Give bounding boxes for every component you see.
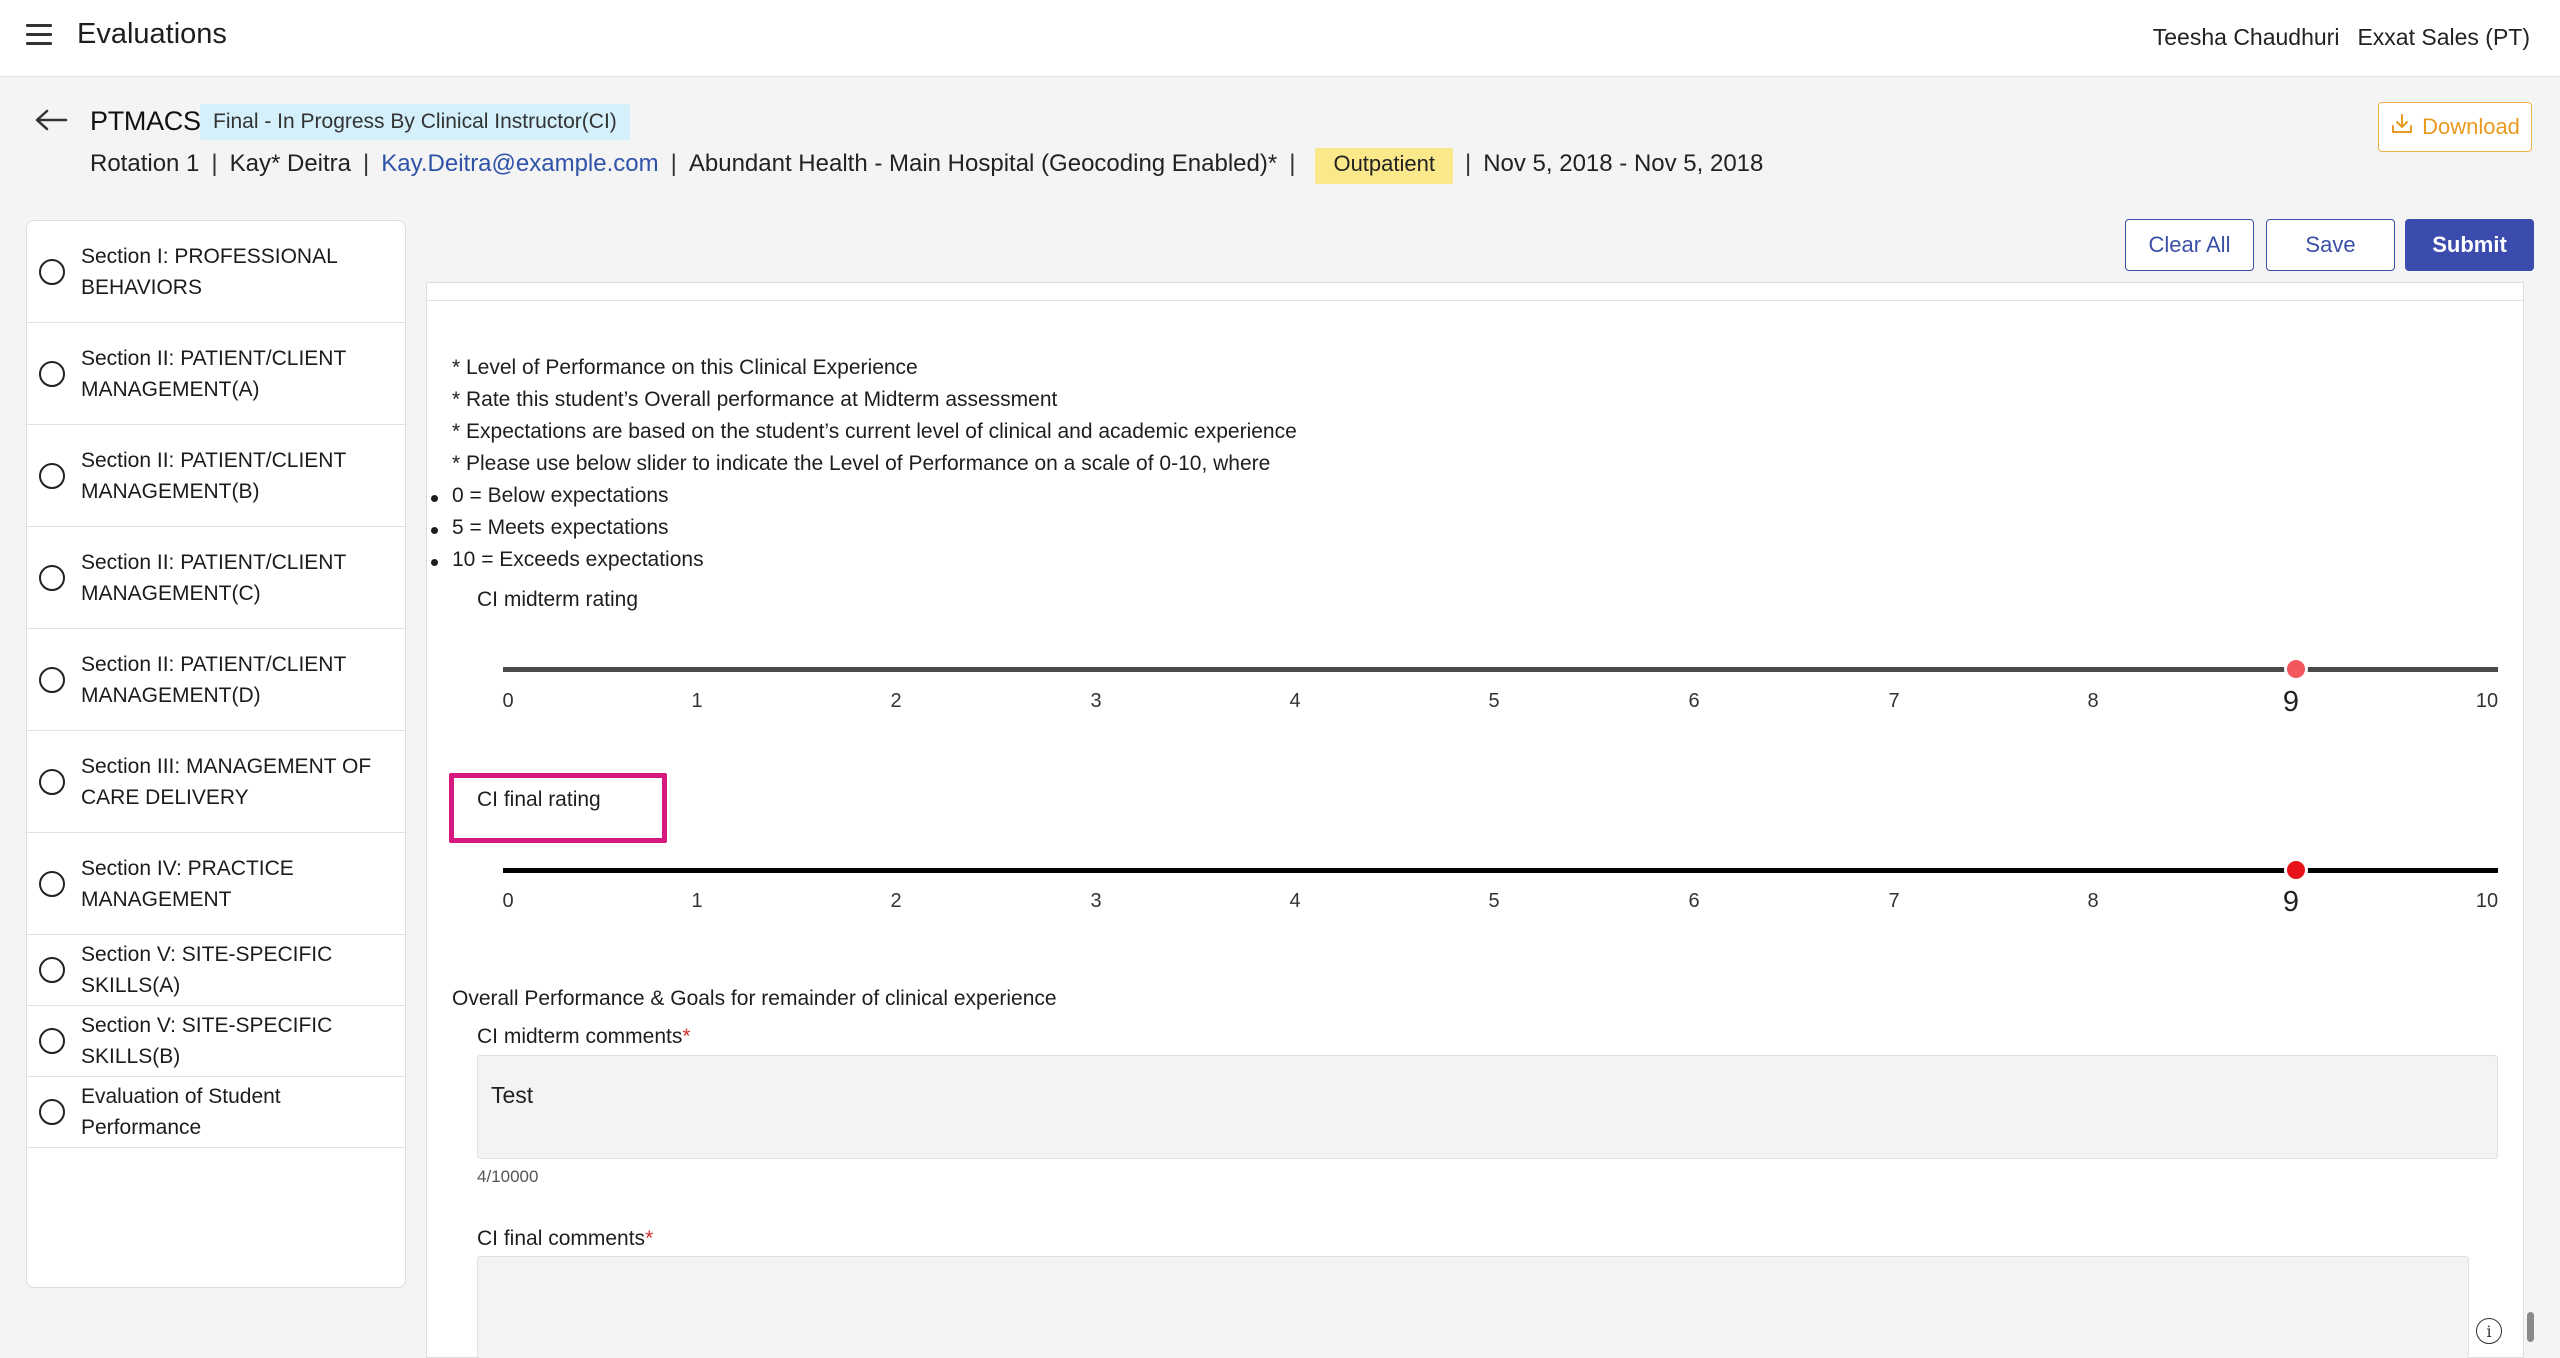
required-mark: * xyxy=(645,1227,654,1250)
midterm-slider-tick: 0 xyxy=(502,690,514,712)
divider: | xyxy=(363,150,370,177)
panel-divider xyxy=(426,300,2524,301)
user-info[interactable]: Teesha Chaudhuri Exxat Sales (PT) xyxy=(2153,24,2530,51)
midterm-slider-thumb[interactable] xyxy=(2287,660,2305,678)
radio-icon[interactable] xyxy=(39,1028,65,1054)
radio-icon[interactable] xyxy=(39,870,65,897)
midterm-slider-tick: 5 xyxy=(1488,690,1500,712)
scale-bullet: 0 = Below expectations xyxy=(452,484,669,507)
midterm-comments-label: CI midterm comments* xyxy=(477,1025,691,1049)
midterm-slider-tick: 4 xyxy=(1289,690,1301,712)
date-range: Nov 5, 2018 - Nov 5, 2018 xyxy=(1483,150,1764,177)
rotation: Rotation 1 xyxy=(90,150,200,177)
org-name[interactable]: Exxat Sales (PT) xyxy=(2357,24,2530,50)
hamburger-menu-icon[interactable] xyxy=(26,24,52,46)
save-button[interactable]: Save xyxy=(2266,219,2395,271)
final-slider-tick: 2 xyxy=(890,890,902,912)
instruction-line: * Rate this student’s Overall performanc… xyxy=(452,388,1058,411)
radio-icon[interactable] xyxy=(39,666,65,693)
clear-all-button[interactable]: Clear All xyxy=(2125,219,2254,271)
midterm-slider-tick: 1 xyxy=(691,690,703,712)
midterm-slider-tick: 7 xyxy=(1888,690,1900,712)
user-name[interactable]: Teesha Chaudhuri xyxy=(2153,24,2340,50)
download-icon xyxy=(2390,112,2414,142)
sidebar-item-section-2b[interactable]: Section II: PATIENT/CLIENT MANAGEMENT(B) xyxy=(27,425,405,527)
final-slider-thumb[interactable] xyxy=(2287,861,2305,879)
submit-button[interactable]: Submit xyxy=(2405,219,2534,271)
radio-icon[interactable] xyxy=(39,1099,65,1125)
sidebar-item-section-4[interactable]: Section IV: PRACTICE MANAGEMENT xyxy=(27,833,405,935)
final-comments-label-text: CI final comments xyxy=(477,1227,646,1250)
setting-tag: Outpatient xyxy=(1315,148,1453,184)
divider: | xyxy=(1464,150,1472,177)
sidebar-item-section-2a[interactable]: Section II: PATIENT/CLIENT MANAGEMENT(A) xyxy=(27,323,405,425)
radio-icon[interactable] xyxy=(39,768,65,795)
sidebar-item-section-2d[interactable]: Section II: PATIENT/CLIENT MANAGEMENT(D) xyxy=(27,629,405,731)
student-name: Kay* Deitra xyxy=(229,150,352,177)
instruction-line: * Expectations are based on the student’… xyxy=(452,420,1297,443)
scale-bullet: 10 = Exceeds expectations xyxy=(452,548,704,571)
student-email-link[interactable]: Kay.Deitra@example.com xyxy=(381,150,658,177)
final-slider-tick: 4 xyxy=(1289,890,1301,912)
final-slider-tick: 3 xyxy=(1090,890,1102,912)
download-label: Download xyxy=(2422,114,2520,139)
divider: | xyxy=(211,150,218,177)
midterm-slider-track[interactable] xyxy=(503,667,2498,672)
midterm-slider-tick: 9 xyxy=(2282,686,2300,718)
final-slider-tick: 1 xyxy=(691,890,703,912)
instruction-line: * Level of Performance on this Clinical … xyxy=(452,356,918,379)
radio-icon[interactable] xyxy=(39,957,65,983)
sidebar-item-section-3[interactable]: Section III: MANAGEMENT OF CARE DELIVERY xyxy=(27,731,405,833)
status-badge: Final - In Progress By Clinical Instruct… xyxy=(200,104,630,140)
site-name: Abundant Health - Main Hospital (Geocodi… xyxy=(688,150,1278,177)
info-icon[interactable]: i xyxy=(2476,1318,2502,1344)
midterm-slider-tick: 6 xyxy=(1688,690,1700,712)
bullet-icon xyxy=(431,527,438,534)
sidebar-item-student-performance[interactable]: Evaluation of Student Performance xyxy=(27,1077,405,1148)
final-slider-tick: 10 xyxy=(2475,890,2499,912)
divider: | xyxy=(1289,150,1296,177)
comments-section-title: Overall Performance & Goals for remainde… xyxy=(452,987,1057,1010)
final-slider-tick: 6 xyxy=(1688,890,1700,912)
sidebar-item-section-1[interactable]: Section I: PROFESSIONAL BEHAVIORS xyxy=(27,221,405,323)
sidebar-item-section-5b[interactable]: Section V: SITE-SPECIFIC SKILLS(B) xyxy=(27,1006,405,1077)
sidebar-item-section-2c[interactable]: Section II: PATIENT/CLIENT MANAGEMENT(C) xyxy=(27,527,405,629)
midterm-slider-tick: 3 xyxy=(1090,690,1102,712)
radio-icon[interactable] xyxy=(39,462,65,489)
scrollbar-thumb[interactable] xyxy=(2527,1312,2534,1342)
final-slider-tick: 5 xyxy=(1488,890,1500,912)
final-comments-textarea[interactable] xyxy=(477,1256,2469,1358)
radio-icon[interactable] xyxy=(39,258,65,285)
final-slider-tick: 0 xyxy=(502,890,514,912)
midterm-comments-label-text: CI midterm comments xyxy=(477,1025,683,1048)
required-mark: * xyxy=(682,1025,691,1048)
final-comments-label: CI final comments* xyxy=(477,1227,653,1251)
midterm-rating-label: CI midterm rating xyxy=(477,588,639,611)
midterm-slider-tick: 10 xyxy=(2475,690,2499,712)
radio-icon[interactable] xyxy=(39,360,65,387)
midterm-slider-tick: 8 xyxy=(2087,690,2099,712)
midterm-char-count: 4/10000 xyxy=(477,1167,539,1186)
sidebar-item-section-5a[interactable]: Section V: SITE-SPECIFIC SKILLS(A) xyxy=(27,935,405,1006)
instruction-line: * Please use below slider to indicate th… xyxy=(452,452,1271,475)
back-arrow-icon[interactable] xyxy=(34,108,68,132)
evaluation-code: PTMACS xyxy=(90,106,201,136)
bullet-icon xyxy=(431,495,438,502)
final-slider-tick: 7 xyxy=(1888,890,1900,912)
final-slider-tick: 8 xyxy=(2087,890,2099,912)
final-slider-tick: 9 xyxy=(2282,886,2300,918)
final-slider-track[interactable] xyxy=(503,868,2498,873)
scale-bullet: 5 = Meets expectations xyxy=(452,516,669,539)
divider: | xyxy=(670,150,677,177)
download-button[interactable]: Download xyxy=(2378,102,2532,152)
section-sidebar: Section I: PROFESSIONAL BEHAVIORS Sectio… xyxy=(26,220,406,1288)
midterm-comments-textarea[interactable]: Test xyxy=(477,1055,2498,1159)
midterm-slider-tick: 2 xyxy=(890,690,902,712)
evaluation-meta: Rotation 1 | Kay* Deitra | Kay.Deitra@exampl… xyxy=(90,146,1764,184)
bullet-icon xyxy=(431,559,438,566)
app-title: Evaluations xyxy=(77,18,227,50)
radio-icon[interactable] xyxy=(39,564,65,591)
final-rating-label: CI final rating xyxy=(477,788,601,811)
